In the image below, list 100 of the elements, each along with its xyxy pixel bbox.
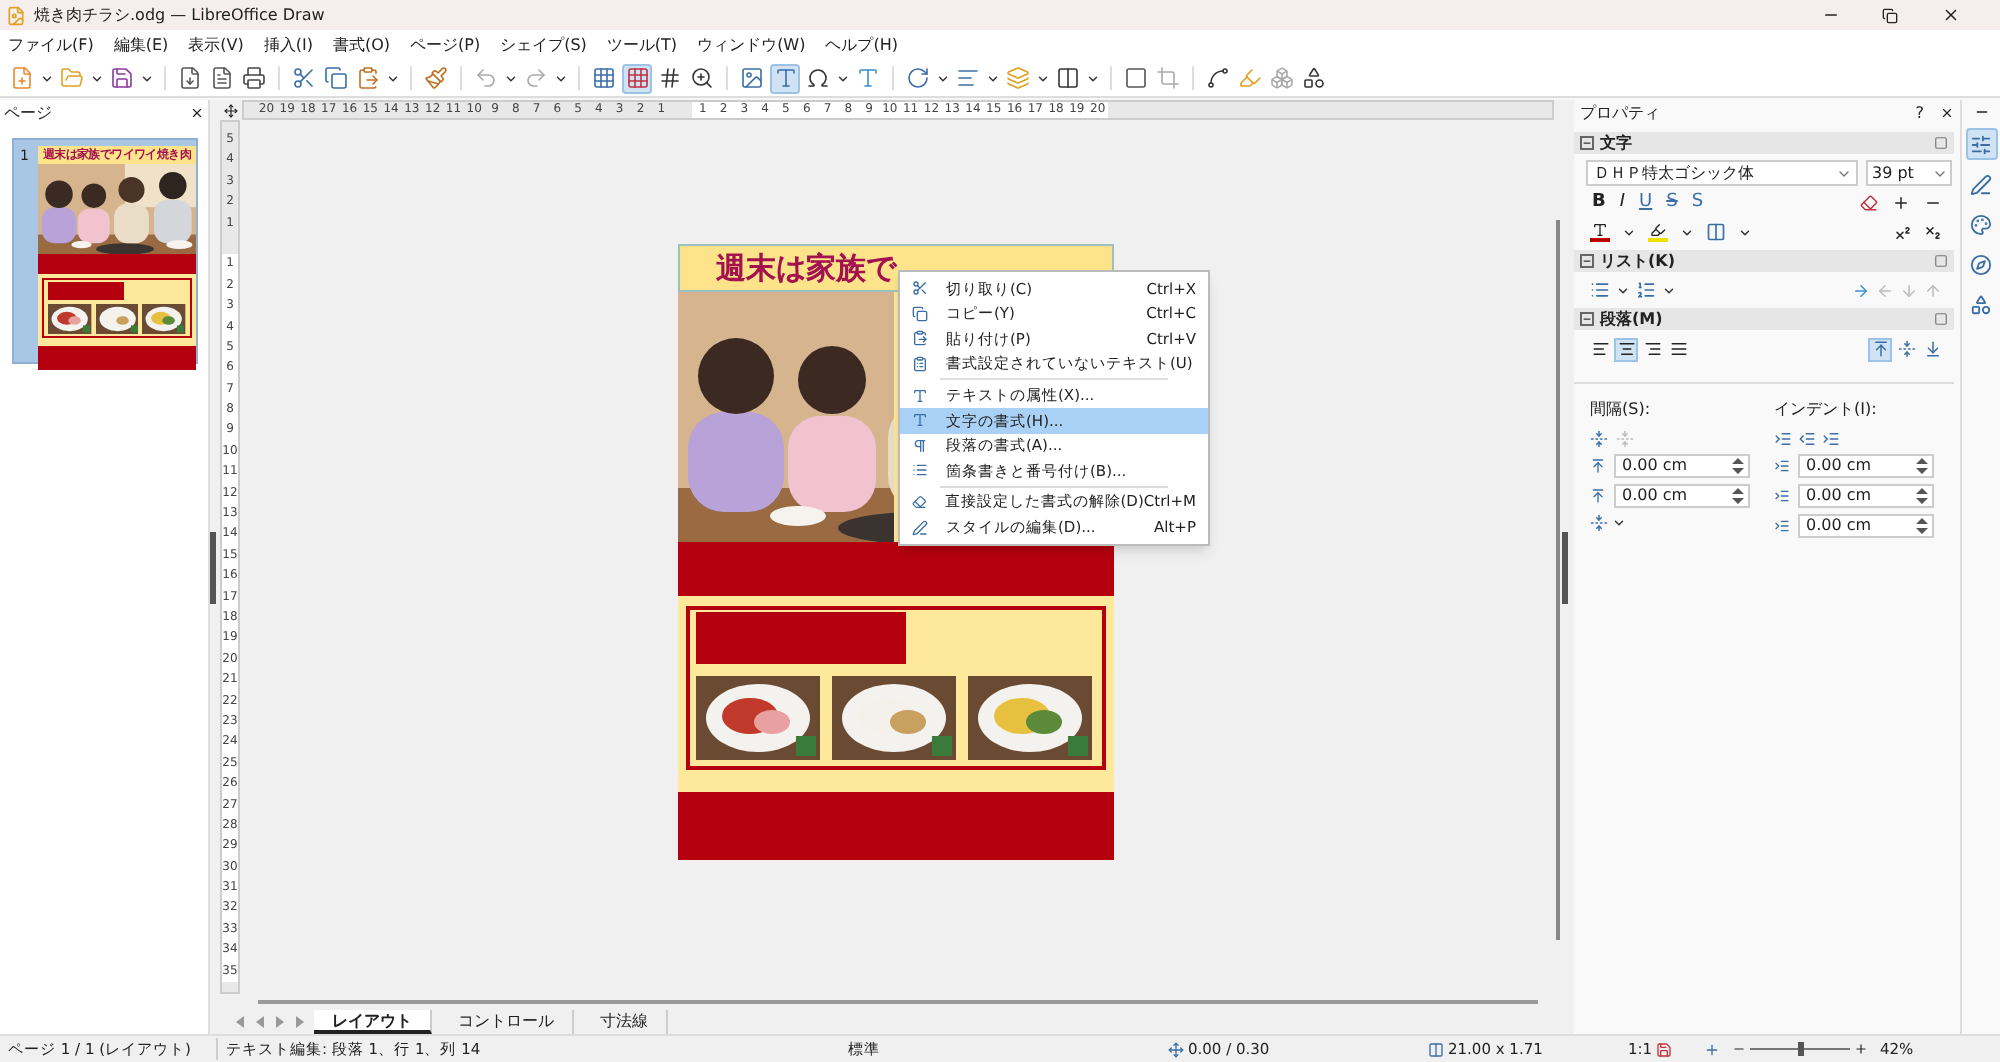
zoom-icon[interactable] [690,66,714,90]
format-button[interactable]: I [1619,194,1626,212]
close-icon[interactable] [190,106,204,120]
measure-field[interactable]: 0.00 cm [1614,454,1750,478]
indent-icon[interactable] [1822,429,1840,447]
zoom-in-icon[interactable] [1854,1042,1868,1056]
scissors-icon[interactable] [292,66,316,90]
image-icon[interactable] [740,66,764,90]
superscript-icon[interactable] [1894,223,1912,241]
menu-item[interactable]: ヘルプ(H) [825,33,898,57]
sheet-tab[interactable]: レイアウト [314,1010,432,1034]
close-icon[interactable] [1942,6,1960,24]
heading-bar [48,282,124,300]
eraser-icon[interactable] [1860,194,1878,212]
indent-icon[interactable] [1798,429,1816,447]
collapse-icon[interactable] [1580,254,1594,268]
format-button[interactable]: U [1639,194,1653,212]
measure-field[interactable]: 0.00 cm [1798,514,1934,538]
eraser-icon [912,494,927,511]
indent-icon[interactable] [1774,429,1792,447]
subscript-icon[interactable] [1924,223,1942,241]
vertical-align-icon [1923,340,1941,358]
sliders-icon [1970,133,1992,155]
restore-icon[interactable] [1882,7,1898,23]
font-size-field[interactable]: 39 pt [1866,160,1952,186]
points-icon[interactable] [1206,66,1230,90]
scrollbar-thumb[interactable] [258,1000,1538,1004]
spin-arrows-icon[interactable] [1732,456,1744,476]
format-button[interactable]: S [1691,194,1704,212]
distribute-icon[interactable] [1056,66,1080,90]
copy-icon[interactable] [324,66,348,90]
section-header[interactable]: リスト(K) [1574,250,1954,272]
menu-item[interactable]: 編集(E) [113,33,169,57]
menu-item[interactable]: ウィンドウ(W) [697,33,806,57]
grid-icon[interactable] [592,66,616,90]
indent-icon [1774,488,1790,504]
pen-icon [912,519,928,536]
zoom-slider-thumb[interactable] [1797,1042,1803,1056]
vertical-align-icon [1897,340,1915,358]
paste-icon[interactable] [356,66,380,90]
measure-field[interactable]: 0.00 cm [1798,484,1934,508]
menu-item[interactable]: ファイル(F) [8,33,94,57]
zoom-out-icon[interactable] [1732,1042,1746,1056]
menu-item[interactable]: 表示(V) [188,33,244,57]
shapes-icon [1970,293,1992,315]
section-header[interactable]: 文字 [1574,132,1954,154]
panel-collapse-handle[interactable] [210,531,216,603]
measure-field[interactable]: 0.00 cm [1798,454,1934,478]
panel-title: ページ [4,101,54,125]
compass-icon [1970,253,1992,275]
collapse-icon[interactable] [1580,136,1594,150]
format-button[interactable]: S [1666,194,1678,212]
align-icon [1591,340,1609,358]
scissors-icon [912,280,928,297]
section-header[interactable]: 段落(M) [1574,308,1954,330]
menu-item[interactable]: シェイプ(S) [500,33,587,57]
arrow-right-icon[interactable] [1852,281,1870,299]
pen-icon [1970,173,1992,195]
font-name-field[interactable]: ＤＨＰ特太ゴシック体 [1586,160,1858,186]
hash-icon[interactable] [658,66,682,90]
numbered-list-icon[interactable] [1636,280,1656,300]
bullet-list-icon[interactable] [1590,280,1610,300]
measure-field[interactable]: 0.00 cm [1614,484,1750,508]
align-icon [1669,340,1687,358]
omega-icon[interactable] [806,66,830,90]
panel-collapse-handle[interactable] [1562,531,1568,603]
spin-arrows-icon[interactable] [1916,486,1928,506]
align-button[interactable] [1666,337,1690,361]
align-button[interactable] [1614,337,1638,361]
menu-item[interactable]: 書式(O) [332,33,391,57]
help-button[interactable]: ? [1915,101,1924,125]
vertical-align-button[interactable] [1868,337,1892,361]
line-spacing-icon[interactable] [1590,514,1608,532]
spacing-label: 間隔(S): [1590,398,1653,422]
letter-icon [912,412,928,429]
spin-arrows-icon[interactable] [1916,516,1928,536]
highlighter-icon[interactable] [1648,222,1668,242]
scrollbar-thumb[interactable] [1556,220,1560,940]
close-icon[interactable] [1940,106,1954,120]
export-icon[interactable] [178,66,202,90]
print-icon[interactable] [242,66,266,90]
format-button[interactable]: B [1592,194,1606,212]
panel-title: プロパティ [1580,101,1662,125]
save-icon[interactable] [110,66,134,90]
shapes-icon[interactable] [1302,66,1326,90]
rotate-icon[interactable] [906,66,930,90]
save-icon[interactable] [1656,1041,1672,1057]
spin-arrows-icon[interactable] [1916,456,1928,476]
align-button[interactable] [1588,337,1612,361]
align-button[interactable] [1640,337,1664,361]
flyer-title: 週末は家族で [716,253,896,283]
collapse-icon[interactable] [1580,312,1594,326]
spin-arrows-icon[interactable] [1732,486,1744,506]
paintbrush-icon[interactable] [424,66,448,90]
letter-icon [912,387,928,404]
menu-item[interactable]: ページ(P) [410,33,481,57]
menu-item[interactable]: 挿入(I) [263,33,313,57]
deck-tab[interactable] [1965,128,1997,160]
menu-item[interactable]: ツール(T) [606,33,678,57]
font-color-icon[interactable] [1590,222,1610,242]
